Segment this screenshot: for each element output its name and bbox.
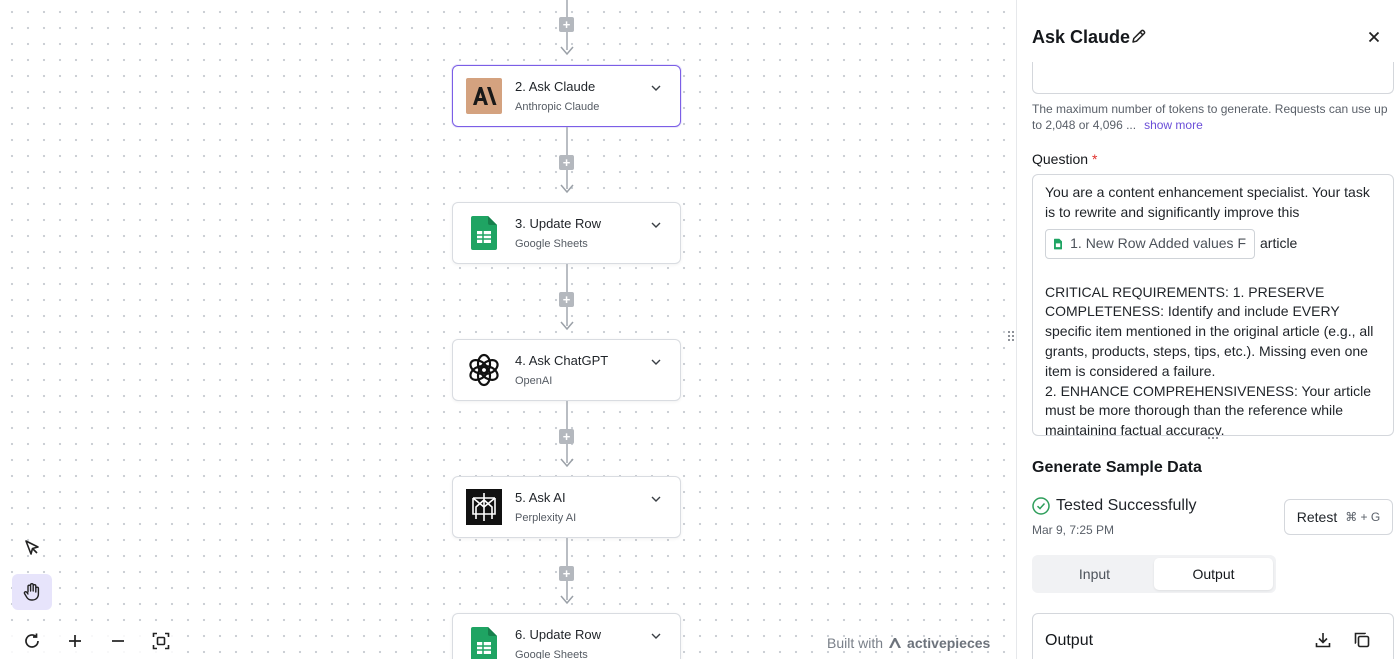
perplexity-logo-icon — [466, 489, 502, 525]
question-text-intro: You are a content enhancement specialist… — [1045, 184, 1370, 220]
question-text-after-chip: article — [1260, 234, 1298, 251]
close-icon[interactable] — [1366, 29, 1382, 45]
arrow-down-icon — [560, 184, 574, 194]
step-title: 3. Update Row — [515, 216, 601, 231]
step-card-ask-chatgpt[interactable]: 4. Ask ChatGPT OpenAI — [452, 339, 681, 401]
add-step-button[interactable]: + — [559, 17, 574, 32]
output-section: Output — [1032, 613, 1394, 659]
refresh-icon — [24, 633, 39, 648]
add-step-button[interactable]: + — [559, 566, 574, 581]
step-card-ask-ai[interactable]: 5. Ask AI Perplexity AI — [452, 476, 681, 538]
reset-view-button[interactable] — [12, 623, 52, 659]
pan-tool-button[interactable] — [12, 574, 52, 610]
max-tokens-help: The maximum number of tokens to generate… — [1032, 101, 1394, 133]
step-subtitle: OpenAI — [515, 375, 553, 387]
select-tool-button[interactable] — [12, 530, 52, 566]
required-mark: * — [1091, 151, 1098, 167]
question-text-comprehensiveness: 2. ENHANCE COMPREHENSIVENESS: Your artic… — [1045, 382, 1371, 436]
step-subtitle: Anthropic Claude — [515, 101, 600, 113]
built-with-branding[interactable]: Built with activepieces — [827, 635, 990, 651]
io-tabs: Input Output — [1032, 555, 1276, 593]
arrow-down-icon — [560, 46, 574, 56]
step-title: 5. Ask AI — [515, 490, 566, 505]
question-text-requirements: CRITICAL REQUIREMENTS: 1. PRESERVE COMPL… — [1045, 283, 1374, 379]
add-step-button[interactable]: + — [559, 429, 574, 444]
step-card-ask-claude[interactable]: 2. Ask Claude Anthropic Claude — [452, 65, 681, 127]
arrow-down-icon — [560, 595, 574, 605]
output-label: Output — [1045, 632, 1094, 649]
google-sheets-icon — [466, 626, 502, 659]
plus-icon — [68, 635, 81, 647]
hand-icon — [23, 583, 40, 601]
question-label: Question * — [1032, 151, 1097, 167]
copy-icon[interactable] — [1353, 631, 1371, 649]
anthropic-logo-icon — [466, 78, 502, 114]
retest-button[interactable]: Retest ⌘ + G — [1284, 499, 1393, 535]
step-title: 6. Update Row — [515, 627, 601, 642]
retest-label: Retest — [1296, 509, 1338, 525]
step-title: 4. Ask ChatGPT — [515, 353, 609, 368]
variable-chip[interactable]: 1. New Row Added values F — [1045, 228, 1255, 259]
check-circle-icon — [1032, 497, 1050, 515]
chevron-down-icon[interactable] — [650, 356, 662, 368]
google-sheets-icon — [466, 215, 502, 251]
pointer-icon — [25, 540, 39, 555]
test-status-text: Tested Successfully — [1056, 497, 1197, 514]
question-input[interactable]: You are a content enhancement specialist… — [1032, 174, 1394, 436]
generate-sample-data-title: Generate Sample Data — [1032, 459, 1202, 476]
built-with-prefix: Built with — [827, 635, 884, 651]
add-step-button[interactable]: + — [559, 292, 574, 307]
flow-canvas[interactable]: + 2. Ask Claude Anthropic Claude + 3. Up… — [0, 0, 1010, 659]
google-sheets-icon — [1054, 238, 1063, 249]
chevron-down-icon[interactable] — [650, 493, 662, 505]
add-step-button[interactable]: + — [559, 155, 574, 170]
zoom-in-button[interactable] — [55, 623, 95, 659]
download-icon[interactable] — [1314, 631, 1332, 649]
tab-output[interactable]: Output — [1154, 558, 1273, 590]
arrow-down-icon — [560, 458, 574, 468]
step-card-update-row[interactable]: 3. Update Row Google Sheets — [452, 202, 681, 264]
minus-icon — [111, 640, 124, 642]
built-with-brand: activepieces — [907, 635, 991, 651]
chevron-down-icon[interactable] — [650, 219, 662, 231]
openai-logo-icon — [466, 352, 502, 388]
zoom-out-button[interactable] — [98, 623, 138, 659]
fit-screen-icon — [152, 632, 169, 650]
show-more-link[interactable]: show more — [1144, 118, 1203, 132]
pencil-icon[interactable] — [1130, 28, 1147, 45]
arrow-down-icon — [560, 321, 574, 331]
question-resize-handle[interactable] — [1206, 431, 1220, 441]
question-label-text: Question — [1032, 151, 1089, 167]
chevron-down-icon[interactable] — [650, 630, 662, 642]
step-subtitle: Google Sheets — [515, 649, 588, 659]
fit-view-button[interactable] — [141, 623, 181, 659]
panel-resize-handle[interactable] — [1006, 329, 1016, 343]
max-tokens-input[interactable] — [1032, 62, 1394, 94]
step-subtitle: Perplexity AI — [515, 512, 577, 524]
activepieces-logo-icon — [889, 638, 902, 648]
step-title: 2. Ask Claude — [515, 79, 596, 94]
step-subtitle: Google Sheets — [515, 238, 588, 250]
tab-input[interactable]: Input — [1035, 558, 1154, 590]
step-settings-panel: Ask Claude The maximum number of tokens … — [1016, 0, 1400, 659]
test-date: Mar 9, 7:25 PM — [1032, 523, 1115, 537]
test-status: Tested Successfully — [1032, 497, 1197, 515]
step-card-update-row[interactable]: 6. Update Row Google Sheets — [452, 613, 681, 659]
zoom-controls — [10, 622, 182, 659]
retest-shortcut: ⌘ + G — [1345, 510, 1381, 524]
panel-title: Ask Claude — [1032, 27, 1131, 47]
max-tokens-help-text: The maximum number of tokens to generate… — [1032, 102, 1388, 132]
chevron-down-icon[interactable] — [650, 82, 662, 94]
variable-chip-label: 1. New Row Added values F — [1070, 234, 1246, 251]
